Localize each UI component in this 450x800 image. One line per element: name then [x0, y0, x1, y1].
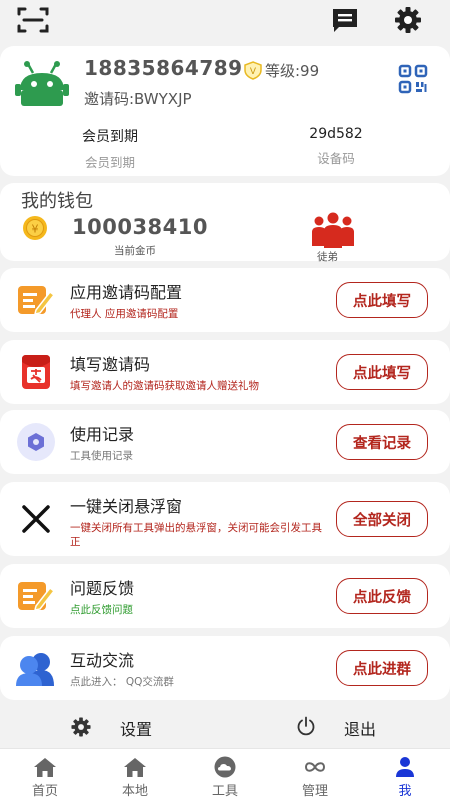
member-expiry-value: 会员到期 — [82, 129, 138, 145]
item-title: 填写邀请码 — [70, 355, 151, 374]
svg-text:¥: ¥ — [32, 223, 39, 236]
member-expiry-stat: 会员到期 会员到期 — [10, 126, 210, 171]
coin-amount-label: 当前金币 — [114, 245, 156, 257]
home-icon — [34, 758, 56, 777]
item-title: 互动交流 — [70, 651, 135, 670]
wallet-title: 我的钱包 — [21, 191, 93, 212]
item-title: 问题反馈 — [70, 579, 135, 598]
device-code-value: 29d582 — [309, 126, 363, 142]
group-chat-icon — [16, 653, 54, 686]
apprentices-label: 徒弟 — [317, 251, 338, 263]
item-subtitle: 工具使用记录 — [70, 450, 133, 462]
feedback-edit-icon — [18, 582, 56, 611]
list-item-feedback: 问题反馈 点此反馈问题 点此反馈 — [0, 564, 450, 628]
robot-avatar-icon[interactable] — [12, 60, 72, 110]
settings-label[interactable]: 设置 — [120, 716, 152, 740]
profile-card: 18835864789 V 等级:99 邀请码:BWYXJP 会员到期 会员到期… — [0, 46, 450, 176]
item-subtitle: 代理人 应用邀请码配置 — [70, 308, 179, 320]
power-icon[interactable] — [296, 716, 316, 736]
item-title: 一键关闭悬浮窗 — [70, 497, 183, 516]
infinity-icon — [304, 762, 326, 772]
item-subtitle: 点此进入： QQ交流群 — [70, 676, 174, 688]
list-item-usage-record: 使用记录 工具使用记录 查看记录 — [0, 410, 450, 474]
member-expiry-label: 会员到期 — [84, 155, 135, 170]
wallet-card: 我的钱包 ¥ 100038410 当前金币 徒弟 — [0, 183, 450, 263]
person-icon — [396, 757, 414, 777]
list-item-community: 互动交流 点此进入： QQ交流群 点此进群 — [0, 636, 450, 700]
tab-label: 管理 — [301, 784, 328, 799]
record-hexagon-icon — [17, 423, 55, 461]
logout-label[interactable]: 退出 — [344, 716, 376, 740]
invite-code[interactable]: 邀请码:BWYXJP — [84, 88, 192, 109]
fill-in-button[interactable]: 点此填写 — [336, 282, 428, 318]
settings-icon[interactable] — [393, 5, 423, 35]
join-group-button[interactable]: 点此进群 — [336, 650, 428, 686]
tab-label: 工具 — [211, 784, 238, 799]
level-text: 等级:99 — [265, 62, 320, 80]
tab-local[interactable]: 本地 — [90, 749, 180, 800]
item-title: 使用记录 — [70, 425, 135, 444]
home-icon — [124, 758, 146, 777]
tab-me[interactable]: 我 — [360, 749, 450, 800]
qr-code-icon[interactable] — [398, 64, 428, 94]
fill-in-button[interactable]: 点此填写 — [336, 354, 428, 390]
item-subtitle: 点此反馈问题 — [70, 604, 133, 616]
vip-shield-icon: V — [244, 61, 262, 80]
tab-label: 本地 — [121, 784, 148, 799]
item-subtitle: 填写邀请人的邀请码获取邀请人赠送礼物 — [70, 380, 259, 392]
coin-icon: ¥ — [23, 216, 47, 240]
close-all-button[interactable]: 全部关闭 — [336, 501, 428, 537]
coin-amount: 100038410 — [72, 215, 209, 239]
phone-number: 18835864789 — [84, 56, 243, 80]
scan-icon[interactable] — [16, 5, 50, 35]
tab-tools[interactable]: 工具 — [180, 749, 270, 800]
list-item-invite-config: 应用邀请码配置 代理人 应用邀请码配置 点此填写 — [0, 268, 450, 332]
tab-manage[interactable]: 管理 — [270, 749, 360, 800]
settings-logout-row: 设置 退出 — [0, 708, 450, 744]
list-item-close-floating-windows: 一键关闭悬浮窗 一键关闭所有工具弹出的悬浮窗，关闭可能会引发工具正 全部关闭 — [0, 482, 450, 556]
device-code-label: 设备码 — [317, 151, 355, 166]
item-subtitle: 一键关闭所有工具弹出的悬浮窗，关闭可能会引发工具正 — [70, 522, 322, 548]
tab-label: 首页 — [31, 784, 58, 799]
top-bar — [0, 0, 450, 44]
list-item-enter-invite-code: 填写邀请码 填写邀请人的邀请码获取邀请人赠送礼物 点此填写 — [0, 340, 450, 404]
level-label: V 等级:99 — [244, 60, 319, 81]
view-record-button[interactable]: 查看记录 — [336, 424, 428, 460]
message-icon[interactable] — [330, 6, 360, 34]
tab-home[interactable]: 首页 — [0, 749, 90, 800]
edit-note-icon — [18, 286, 56, 315]
svg-text:V: V — [250, 67, 257, 77]
red-packet-icon — [22, 355, 50, 389]
feedback-button[interactable]: 点此反馈 — [336, 578, 428, 614]
device-code-stat: 29d582 设备码 — [236, 126, 436, 167]
close-icon — [22, 505, 50, 533]
bottom-tab-bar: 首页 本地 工具 管理 我 — [0, 748, 450, 800]
tab-label: 我 — [398, 784, 412, 799]
item-title: 应用邀请码配置 — [70, 283, 183, 302]
settings-gear-icon[interactable] — [70, 716, 92, 738]
cloud-icon — [214, 756, 236, 778]
apprentices-icon[interactable] — [310, 212, 356, 248]
